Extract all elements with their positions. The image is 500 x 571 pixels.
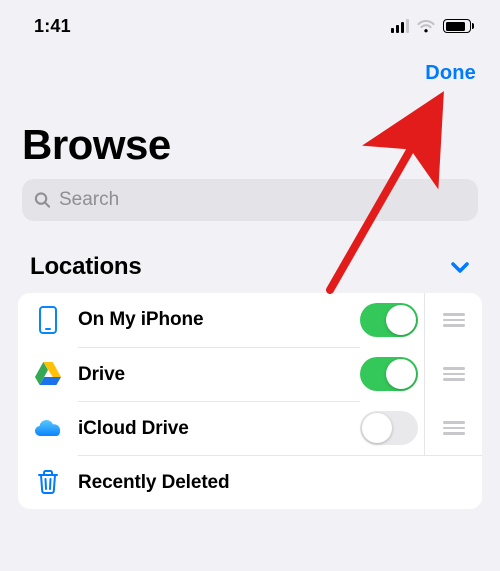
page-title: Browse [22, 121, 478, 169]
status-bar: 1:41 [0, 0, 500, 44]
locations-list: On My iPhone Drive [18, 293, 482, 509]
google-drive-icon [34, 361, 62, 387]
list-item-icloud-drive[interactable]: iCloud Drive [18, 401, 482, 455]
list-item-label: iCloud Drive [78, 418, 189, 440]
nav-bar: Done [0, 44, 500, 89]
trash-icon [36, 468, 60, 496]
search-wrap [0, 179, 500, 235]
list-item-recently-deleted[interactable]: Recently Deleted [18, 455, 482, 509]
wifi-icon [416, 19, 436, 33]
search-field[interactable] [22, 179, 478, 221]
cellular-icon [391, 19, 409, 33]
iphone-icon [39, 306, 57, 334]
status-time: 1:41 [34, 16, 71, 37]
list-item-label: Drive [78, 364, 125, 386]
toggle-on-my-iphone[interactable] [360, 303, 418, 337]
reorder-handle-icon[interactable] [443, 421, 465, 435]
search-input[interactable] [59, 189, 466, 211]
toggle-drive[interactable] [360, 357, 418, 391]
list-item-label: On My iPhone [78, 309, 203, 331]
status-icons [391, 19, 474, 33]
list-item-drive[interactable]: Drive [18, 347, 482, 401]
locations-header[interactable]: Locations [0, 235, 500, 293]
icloud-icon [33, 417, 63, 439]
reorder-handle-icon[interactable] [443, 313, 465, 327]
done-button[interactable]: Done [425, 62, 476, 85]
search-icon [34, 191, 51, 209]
chevron-down-icon [450, 260, 470, 274]
locations-header-label: Locations [30, 253, 142, 281]
reorder-handle-icon[interactable] [443, 367, 465, 381]
toggle-icloud-drive[interactable] [360, 411, 418, 445]
battery-icon [443, 19, 474, 33]
list-item-on-my-iphone[interactable]: On My iPhone [18, 293, 482, 347]
list-item-label: Recently Deleted [78, 472, 230, 494]
page-title-wrap: Browse [0, 89, 500, 179]
